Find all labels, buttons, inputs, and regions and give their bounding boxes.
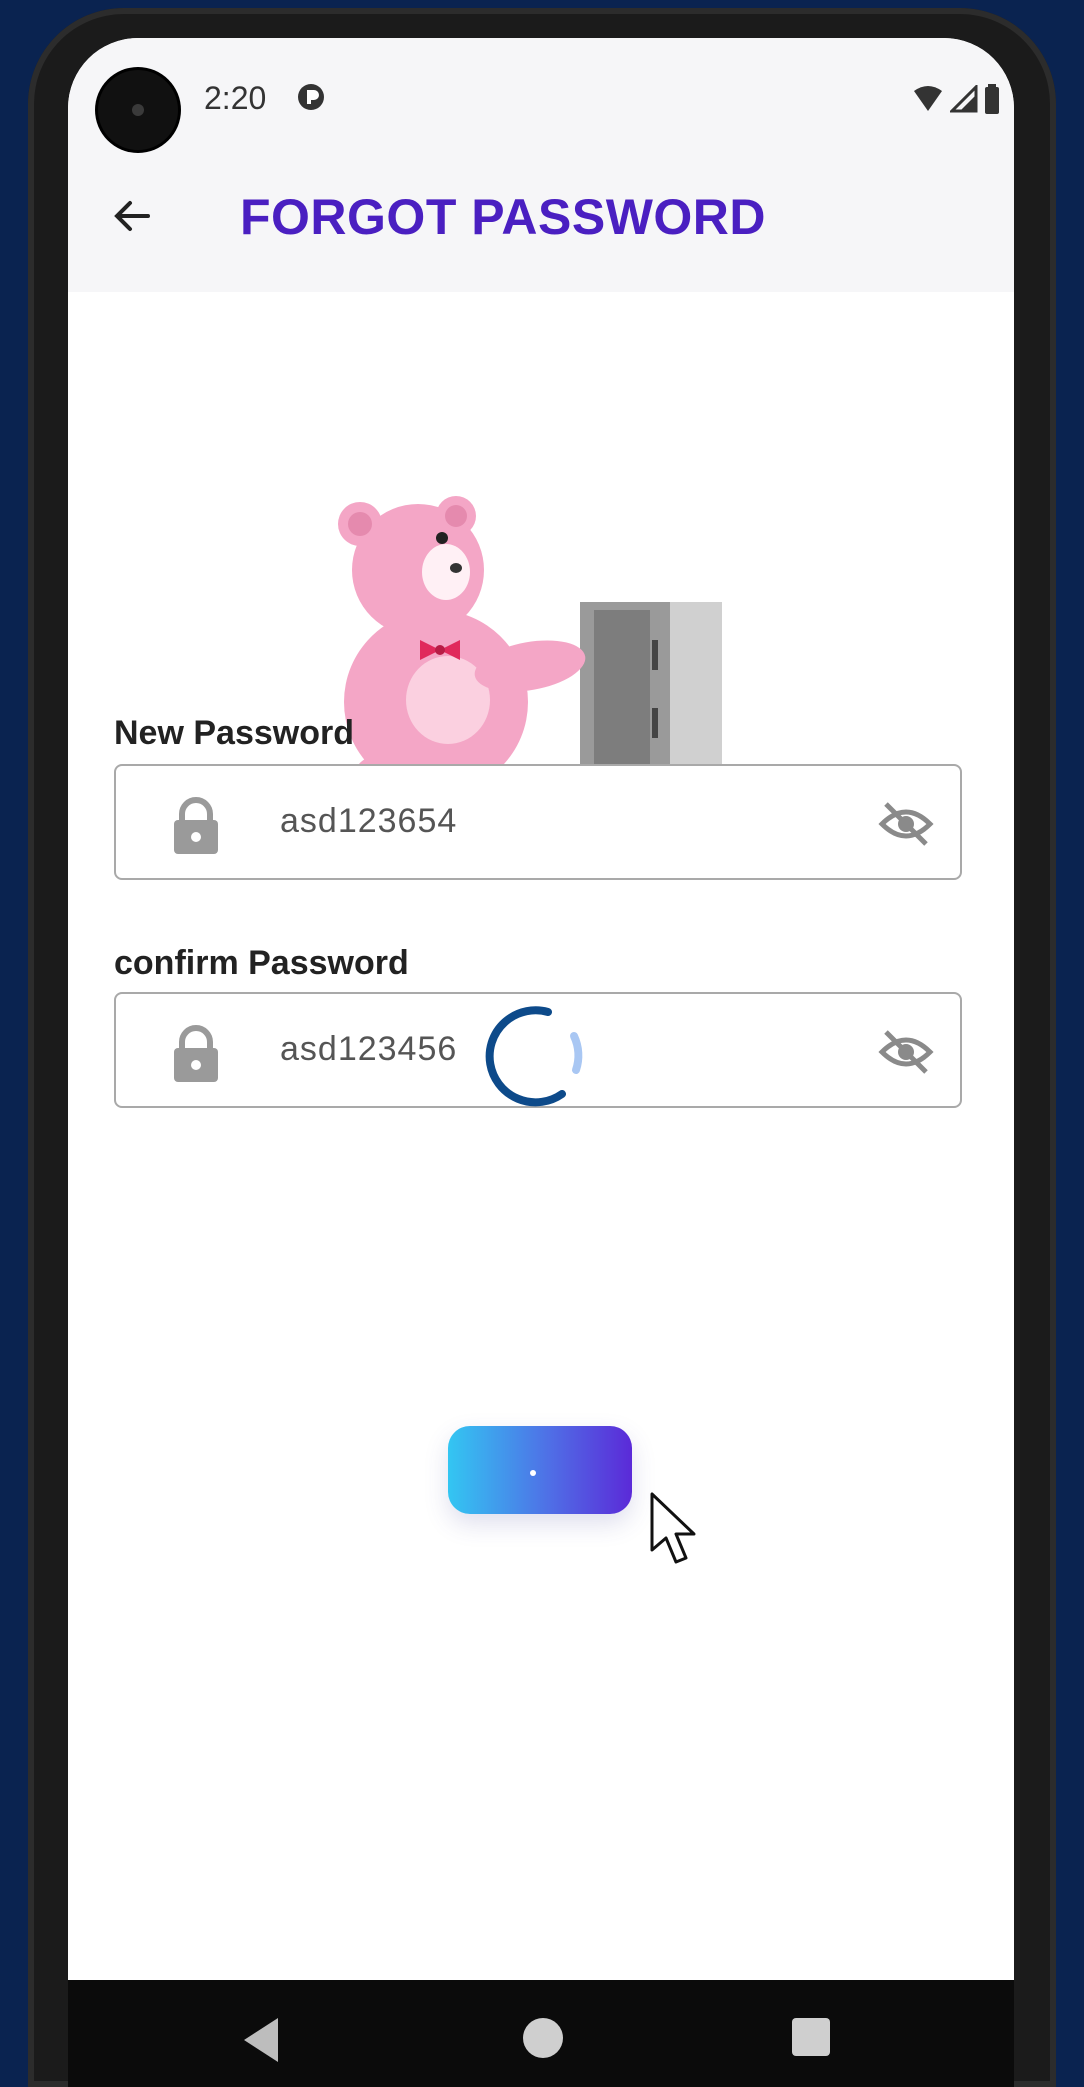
confirm-password-label: confirm Password <box>114 944 409 982</box>
submit-button[interactable] <box>448 1426 632 1514</box>
nav-recents-icon[interactable] <box>792 2018 830 2056</box>
bear-illustration <box>328 496 722 800</box>
app-bar: 2:20 FORGOT PASSWORD <box>68 38 1014 292</box>
confirm-password-value: asd123456 <box>280 1030 458 1068</box>
page-title: FORGOT PASSWORD <box>240 189 767 245</box>
lock-icon <box>174 1025 218 1082</box>
mouse-pointer-icon <box>650 1492 696 1564</box>
loading-spinner-icon <box>485 1006 583 1107</box>
nav-back-icon[interactable] <box>244 2018 278 2062</box>
front-camera <box>98 70 178 150</box>
arrow-left-icon[interactable] <box>108 192 156 240</box>
android-nav-bar <box>68 1980 1014 2087</box>
app-screen: 2:20 FORGOT PASSWORD New Password asd123… <box>68 38 1014 1980</box>
lock-icon <box>174 797 218 854</box>
wifi-icon <box>914 86 942 111</box>
eye-off-icon[interactable] <box>878 1028 934 1076</box>
status-icons <box>912 84 1000 114</box>
signal-icon <box>950 85 978 113</box>
status-time: 2:20 <box>204 80 267 116</box>
nav-home-icon[interactable] <box>523 2018 563 2058</box>
battery-icon <box>985 84 999 114</box>
new-password-value: asd123654 <box>280 802 458 840</box>
eye-off-icon[interactable] <box>878 800 934 848</box>
new-password-label: New Password <box>114 714 354 752</box>
button-loading-dot <box>530 1470 536 1476</box>
new-password-field[interactable]: asd123654 <box>114 764 962 880</box>
notification-icon <box>298 84 324 110</box>
